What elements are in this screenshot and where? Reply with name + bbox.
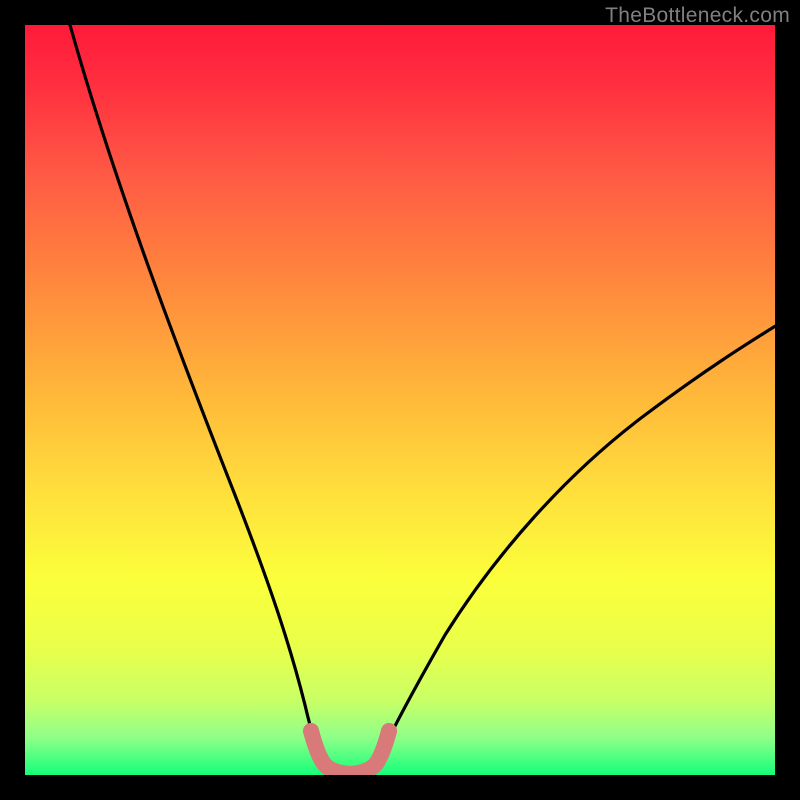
trough-dot-right bbox=[381, 723, 397, 739]
left-branch-path bbox=[70, 25, 323, 763]
right-branch-path bbox=[377, 325, 775, 763]
bottleneck-curve bbox=[25, 25, 775, 775]
chart-frame: TheBottleneck.com bbox=[0, 0, 800, 800]
gradient-plot-area bbox=[25, 25, 775, 775]
trough-segment-path bbox=[311, 731, 389, 774]
trough-dot-left bbox=[303, 723, 319, 739]
